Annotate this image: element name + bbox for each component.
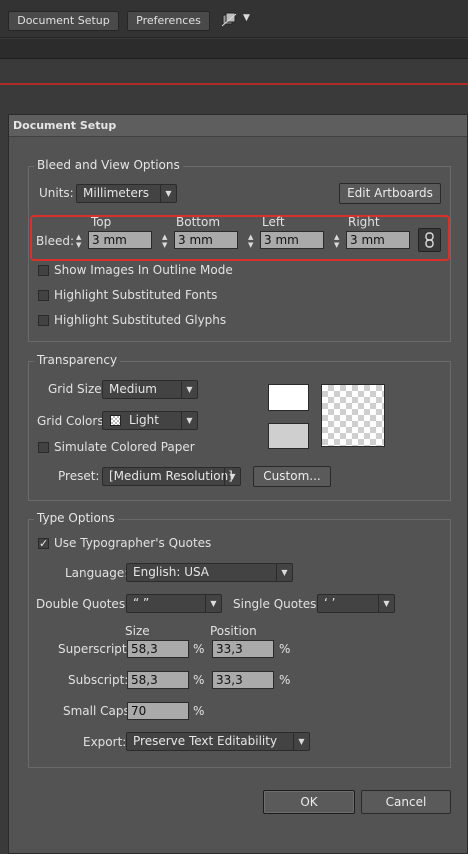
superscript-size-percent: %	[193, 642, 205, 656]
edit-artboards-button[interactable]: Edit Artboards	[339, 183, 441, 204]
superscript-position-input[interactable]: 33,3	[212, 640, 274, 658]
superscript-label: Superscript:	[58, 642, 131, 656]
highlight-glyphs-checkbox[interactable]	[38, 315, 49, 326]
bleed-label: Bleed:	[36, 234, 74, 248]
chevron-down-icon: ▼	[181, 412, 197, 429]
language-label: Language:	[65, 566, 129, 580]
light-grid-swatch-icon	[110, 415, 121, 426]
highlight-fonts-label: Highlight Substituted Fonts	[54, 288, 218, 302]
grid-colors-dropdown[interactable]: Light ▼	[102, 411, 198, 430]
app-toolbar: Document Setup Preferences ▼	[0, 0, 468, 38]
toolbar-menu-arrow-icon[interactable]: ▼	[243, 13, 250, 23]
double-quotes-value: “ ”	[133, 596, 150, 610]
subscript-size-input[interactable]: 58,3	[127, 671, 189, 689]
size-column-header: Size	[125, 624, 150, 638]
chevron-down-icon: ▼	[205, 595, 221, 612]
arrange-documents-icon[interactable]	[220, 11, 240, 29]
language-value: English: USA	[133, 565, 210, 579]
small-caps-label: Small Caps:	[63, 704, 134, 718]
double-quotes-dropdown[interactable]: “ ” ▼	[126, 594, 222, 613]
double-quotes-label: Double Quotes:	[36, 597, 130, 611]
chain-link-icon[interactable]	[418, 228, 441, 252]
single-quotes-dropdown[interactable]: ‘ ’ ▼	[317, 594, 395, 613]
preferences-toolbar-button[interactable]: Preferences	[127, 11, 210, 31]
chevron-down-icon: ▼	[276, 564, 292, 581]
simulate-colored-paper-checkbox[interactable]	[38, 442, 49, 453]
simulate-colored-paper-label: Simulate Colored Paper	[54, 440, 195, 454]
bleed-view-options-legend: Bleed and View Options	[34, 158, 183, 172]
left-label: Left	[262, 215, 285, 229]
chevron-down-icon: ▼	[160, 185, 176, 202]
chevron-down-icon: ▼	[181, 381, 197, 398]
grid-size-label: Grid Size:	[48, 382, 106, 396]
units-dropdown[interactable]: Millimeters ▼	[76, 184, 177, 203]
export-label: Export:	[83, 735, 127, 749]
dialog-title: Document Setup	[9, 115, 467, 137]
show-images-outline-label: Show Images In Outline Mode	[54, 263, 233, 277]
cancel-button[interactable]: Cancel	[361, 790, 451, 814]
grid-colors-value: Light	[129, 413, 159, 427]
document-setup-dialog: Document Setup Bleed and View Options Un…	[8, 114, 468, 854]
grid-colors-label: Grid Colors:	[37, 414, 108, 428]
export-dropdown[interactable]: Preserve Text Editability ▼	[126, 732, 310, 751]
preset-value: [Medium Resolution]	[109, 469, 233, 483]
chevron-down-icon: ▼	[293, 733, 309, 750]
ok-button[interactable]: OK	[263, 790, 355, 814]
highlight-fonts-checkbox[interactable]	[38, 290, 49, 301]
transparency-legend: Transparency	[34, 353, 121, 367]
type-options-legend: Type Options	[34, 511, 118, 525]
single-quotes-value: ‘ ’	[324, 596, 336, 610]
highlight-glyphs-label: Highlight Substituted Glyphs	[54, 313, 227, 327]
bottom-label: Bottom	[176, 215, 221, 229]
document-tab-strip	[0, 39, 468, 59]
subscript-label: Subscript:	[68, 673, 129, 687]
bleed-right-input[interactable]: 3 mm	[346, 231, 410, 249]
units-label: Units:	[39, 186, 74, 200]
single-quotes-label: Single Quotes:	[233, 597, 321, 611]
top-label: Top	[91, 215, 112, 229]
paper-color-swatch[interactable]	[268, 384, 309, 411]
show-images-outline-checkbox[interactable]	[38, 265, 49, 276]
document-setup-toolbar-button[interactable]: Document Setup	[8, 11, 119, 31]
subscript-position-input[interactable]: 33,3	[212, 671, 274, 689]
grid-color-swatch[interactable]	[268, 423, 309, 449]
typographers-quotes-checkbox[interactable]: ✓	[38, 538, 49, 549]
bleed-bottom-stepper[interactable]: ▲ ▼	[160, 232, 174, 250]
typographers-quotes-label: Use Typographer's Quotes	[54, 536, 212, 550]
small-caps-input[interactable]: 70	[127, 702, 189, 720]
bleed-top-input[interactable]: 3 mm	[88, 231, 152, 249]
right-label: Right	[348, 215, 380, 229]
grid-size-value: Medium	[109, 382, 157, 396]
bleed-left-stepper[interactable]: ▲ ▼	[246, 232, 260, 250]
grid-size-dropdown[interactable]: Medium ▼	[102, 380, 198, 399]
chevron-down-icon: ▼	[224, 468, 240, 485]
transparency-grid-preview	[321, 384, 385, 447]
subscript-size-percent: %	[193, 673, 205, 687]
artboard-bleed-guide	[0, 83, 468, 85]
bleed-top-stepper[interactable]: ▲ ▼	[74, 232, 88, 250]
superscript-size-input[interactable]: 58,3	[127, 640, 189, 658]
export-value: Preserve Text Editability	[133, 734, 278, 748]
bleed-left-input[interactable]: 3 mm	[260, 231, 324, 249]
bleed-right-stepper[interactable]: ▲ ▼	[332, 232, 346, 250]
small-caps-percent: %	[193, 704, 205, 718]
position-column-header: Position	[210, 624, 257, 638]
language-dropdown[interactable]: English: USA ▼	[126, 563, 293, 582]
chevron-down-icon: ▼	[378, 595, 394, 612]
preset-dropdown[interactable]: [Medium Resolution] ▼	[102, 467, 241, 486]
custom-button[interactable]: Custom...	[253, 466, 331, 487]
subscript-position-percent: %	[279, 673, 291, 687]
bleed-bottom-input[interactable]: 3 mm	[174, 231, 238, 249]
superscript-position-percent: %	[279, 642, 291, 656]
units-value: Millimeters	[83, 186, 150, 200]
preset-label: Preset:	[58, 469, 100, 483]
